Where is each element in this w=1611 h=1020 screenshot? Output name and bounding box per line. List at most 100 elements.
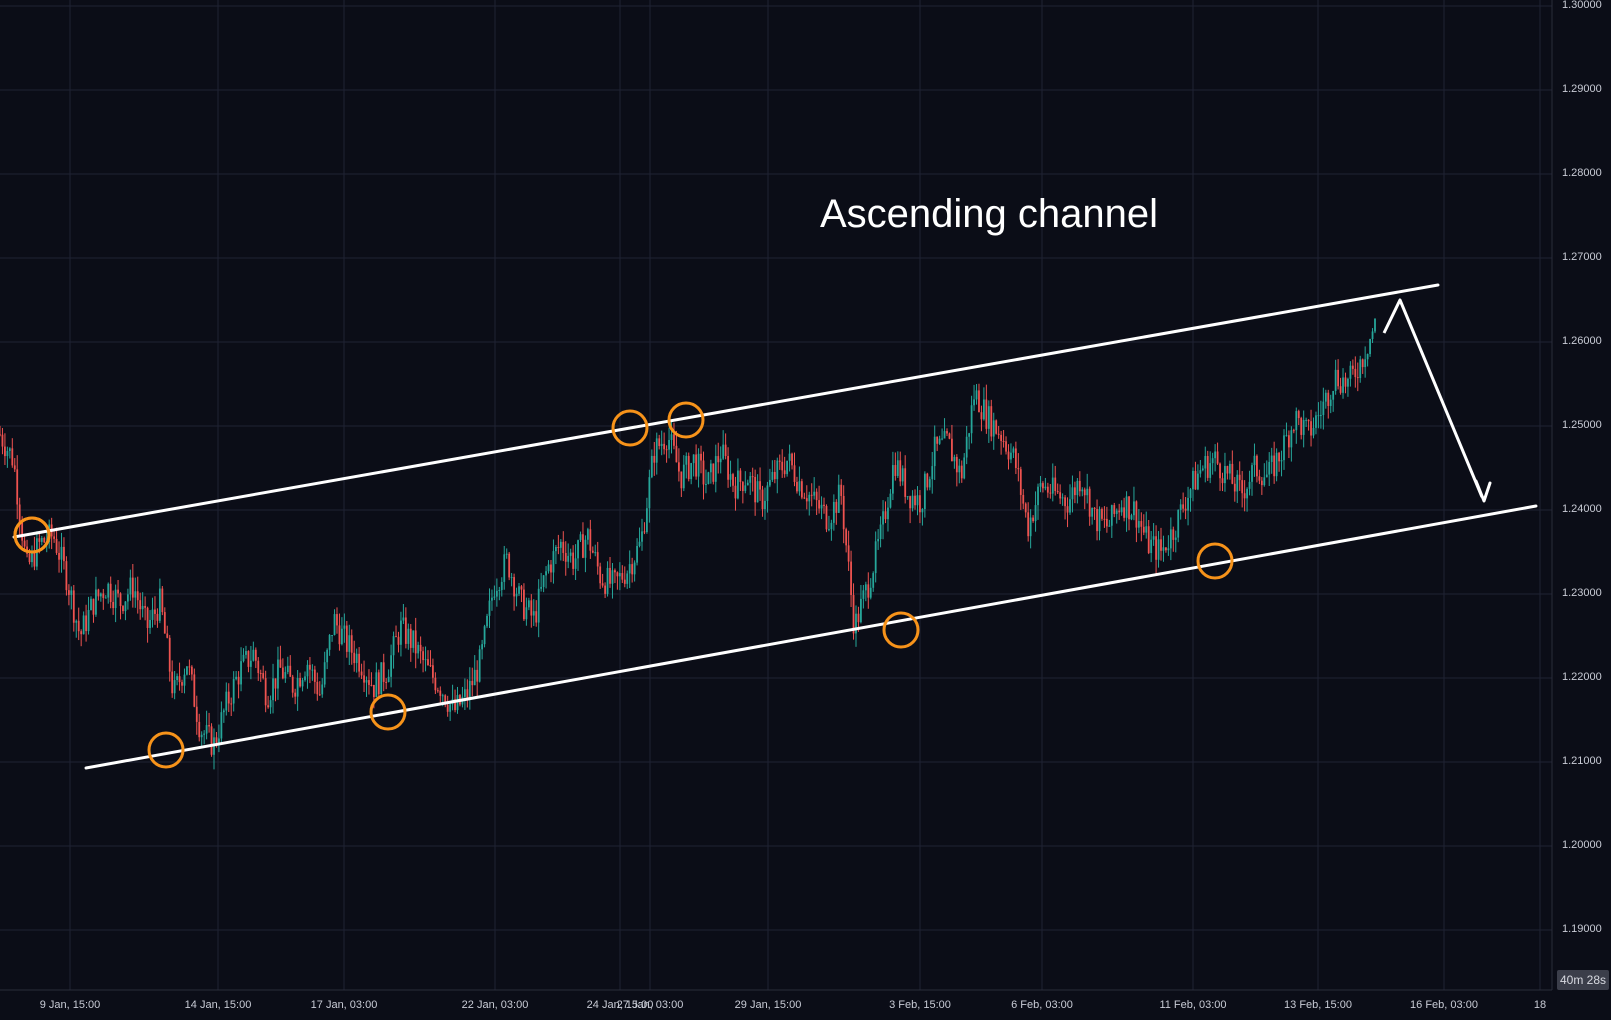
candle-body bbox=[845, 529, 848, 546]
candle-body bbox=[316, 681, 319, 695]
candle-body bbox=[181, 682, 183, 686]
candle-body bbox=[769, 479, 771, 486]
candle-body bbox=[714, 456, 717, 482]
candle-body bbox=[358, 653, 361, 672]
candle-body bbox=[527, 600, 530, 608]
candle-body bbox=[722, 444, 725, 459]
price-tick-label: 1.28000 bbox=[1562, 167, 1602, 179]
candle-body bbox=[176, 676, 179, 681]
candle-body bbox=[281, 667, 284, 679]
candle-body bbox=[168, 637, 171, 672]
candle-body bbox=[107, 583, 110, 598]
candle-body bbox=[773, 471, 776, 480]
candle-body bbox=[466, 689, 469, 699]
candle-body bbox=[1014, 448, 1017, 469]
candle-body bbox=[825, 506, 828, 530]
candle-body bbox=[432, 665, 434, 678]
candle-body bbox=[360, 671, 363, 676]
candle-body bbox=[1133, 501, 1135, 516]
candle-body bbox=[18, 504, 21, 523]
candle-body bbox=[936, 436, 939, 444]
price-tick-label: 1.25000 bbox=[1562, 419, 1602, 431]
candle-body bbox=[980, 412, 983, 420]
candle-body bbox=[151, 609, 154, 620]
candle-body bbox=[481, 644, 484, 650]
candle-body bbox=[985, 399, 988, 429]
candle-body bbox=[658, 438, 661, 447]
candle-body bbox=[75, 620, 78, 623]
candle-body bbox=[1101, 509, 1103, 519]
candle-body bbox=[1196, 473, 1199, 490]
candle-body bbox=[63, 546, 65, 562]
candle-body bbox=[862, 590, 865, 599]
candle-body bbox=[259, 672, 262, 674]
candle-body bbox=[786, 460, 789, 475]
candle-body bbox=[318, 694, 321, 696]
candle-body bbox=[1167, 548, 1170, 551]
candle-body bbox=[660, 443, 663, 447]
candle-body bbox=[1172, 529, 1175, 540]
candle-body bbox=[375, 672, 378, 698]
candle-body bbox=[488, 600, 491, 616]
price-tick-label: 1.30000 bbox=[1562, 0, 1602, 11]
candle-body bbox=[668, 440, 670, 450]
candle-body bbox=[1000, 434, 1003, 442]
candle-body bbox=[931, 466, 934, 480]
candle-body bbox=[982, 399, 985, 420]
candle-body bbox=[1219, 463, 1221, 479]
candle-body bbox=[1032, 517, 1034, 522]
candle-body bbox=[193, 674, 196, 707]
candle-body bbox=[1157, 539, 1160, 560]
candle-body bbox=[468, 680, 471, 699]
candle-body bbox=[1359, 359, 1362, 378]
candle-body bbox=[665, 449, 668, 451]
candle-body bbox=[547, 564, 550, 572]
candle-body bbox=[887, 507, 889, 520]
candle-body bbox=[1081, 489, 1084, 492]
candle-body bbox=[186, 666, 188, 675]
candle-body bbox=[673, 434, 675, 446]
candle-body bbox=[1302, 420, 1305, 435]
candle-body bbox=[328, 635, 331, 650]
candle-body bbox=[1034, 505, 1037, 522]
candle-body bbox=[40, 537, 43, 542]
candle-body bbox=[1310, 421, 1312, 436]
candle-body bbox=[741, 481, 744, 491]
candle-body bbox=[643, 531, 646, 533]
candle-body bbox=[1120, 507, 1123, 513]
candle-body bbox=[85, 615, 87, 632]
candle-body bbox=[1312, 427, 1315, 436]
projection-arrow-shaft bbox=[1382, 298, 1484, 498]
candle-body bbox=[23, 540, 26, 547]
candle-body bbox=[1130, 515, 1133, 520]
candle-body bbox=[564, 552, 567, 562]
touch-circle[interactable] bbox=[882, 611, 920, 649]
candle-body bbox=[606, 567, 609, 594]
candle-body bbox=[638, 541, 641, 546]
candle-body bbox=[144, 606, 147, 608]
channel-upper-line[interactable] bbox=[12, 283, 1440, 539]
candle-body bbox=[264, 678, 267, 706]
candle-body bbox=[380, 662, 383, 695]
candle-body bbox=[707, 472, 710, 484]
price-chart[interactable] bbox=[0, 0, 1611, 1020]
candle-body bbox=[1184, 508, 1187, 511]
time-tick-label: 22 Jan, 03:00 bbox=[461, 999, 529, 1011]
candle-body bbox=[173, 680, 176, 694]
candle-body bbox=[562, 541, 565, 553]
candle-body bbox=[682, 464, 685, 489]
candle-body bbox=[390, 655, 393, 677]
candle-body bbox=[491, 597, 493, 601]
candle-body bbox=[414, 630, 417, 654]
candle-body bbox=[589, 529, 592, 551]
candle-body bbox=[1374, 319, 1376, 332]
candle-body bbox=[365, 680, 368, 683]
candle-body bbox=[614, 570, 616, 573]
candle-body bbox=[230, 703, 233, 705]
candle-body bbox=[1268, 461, 1271, 475]
candle-body bbox=[299, 678, 301, 687]
candle-body bbox=[1022, 494, 1025, 504]
candle-body bbox=[727, 456, 729, 480]
candle-body bbox=[1123, 507, 1126, 518]
candle-body bbox=[240, 661, 242, 685]
